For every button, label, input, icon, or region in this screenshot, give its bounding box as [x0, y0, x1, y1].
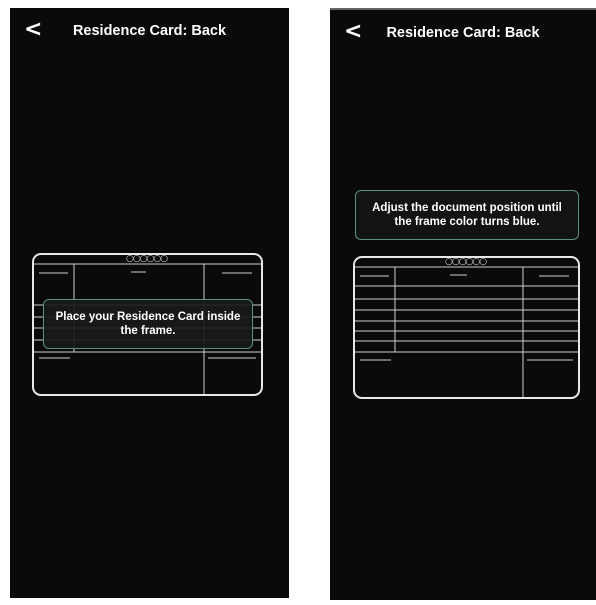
instruction-text: Place your Residence Card inside the fra…	[55, 311, 241, 337]
card-dots: ○○○○○○	[126, 254, 168, 264]
instruction-message: Place your Residence Card inside the fra…	[43, 299, 253, 349]
card-dots: ○○○○○○	[445, 257, 487, 267]
card-outline-lines	[355, 266, 578, 397]
left-screen: < Residence Card: Back ○○○○○○ Place your…	[10, 8, 289, 598]
card-frame: ○○○○○○	[353, 256, 580, 399]
header: < Residence Card: Back	[330, 10, 596, 58]
page-title: Residence Card: Back	[386, 25, 540, 41]
instruction-text: Adjust the document position until the f…	[372, 202, 562, 228]
instruction-message: Adjust the document position until the f…	[355, 190, 579, 240]
header: < Residence Card: Back	[10, 8, 289, 56]
right-screen: < Residence Card: Back Adjust the docume…	[330, 8, 596, 600]
page-title: Residence Card: Back	[72, 23, 227, 39]
